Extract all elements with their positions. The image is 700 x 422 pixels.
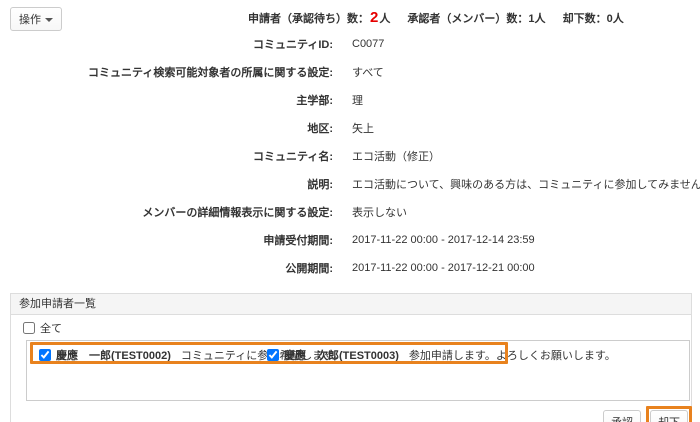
applicant-2-checkbox[interactable]	[267, 349, 279, 361]
applicants-panel: 参加申請者一覧 全て 慶應 一郎(TEST0002) コミュニティに参加希望しま…	[10, 293, 692, 422]
detail-row-public-period: 公開期間: 2017-11-22 00:00 - 2017-12-21 00:0…	[0, 254, 700, 282]
applicants-row: 慶應 一郎(TEST0002) コミュニティに参加希望します。 慶應 次郎(TE…	[27, 341, 689, 363]
stat-pending-applicants: 申請者（承認待ち）数：2人	[248, 13, 390, 25]
reject-highlight-annotation: 却下	[646, 406, 692, 422]
detail-row-community-id: コミュニティID: C0077	[0, 30, 700, 58]
stat-pending-label: 申請者（承認待ち）数：	[248, 13, 369, 25]
stat-rejected: 却下数：0人	[563, 13, 624, 25]
applicant-item-2: 慶應 次郎(TEST0003) 参加申請します。よろしくお願いします。	[267, 347, 616, 363]
detail-value: C0077	[352, 38, 384, 50]
stat-pending-count: 2	[369, 9, 379, 26]
stat-pending-unit: 人	[379, 13, 390, 25]
detail-value: エコ活動（修正）	[352, 148, 440, 164]
detail-label: 公開期間:	[0, 260, 333, 276]
detail-value: 2017-11-22 00:00 - 2017-12-21 00:00	[352, 262, 535, 274]
detail-label: 地区:	[0, 120, 333, 136]
detail-value: エコ活動について、興味のある方は、コミュニティに参加してみませんか。公開対象を全…	[352, 176, 700, 192]
operations-dropdown-button[interactable]: 操作	[10, 7, 62, 31]
applicant-1-checkbox[interactable]	[39, 349, 51, 361]
detail-label: コミュニティ検索可能対象者の所属に関する設定:	[0, 64, 333, 80]
detail-row-community-name: コミュニティ名: エコ活動（修正）	[0, 142, 700, 170]
detail-value: 矢上	[352, 120, 374, 136]
select-all-row: 全て	[23, 319, 683, 337]
detail-label: 申請受付期間:	[0, 232, 333, 248]
detail-label: メンバーの詳細情報表示に関する設定:	[0, 204, 333, 220]
detail-value: 2017-11-22 00:00 - 2017-12-14 23:59	[352, 234, 535, 246]
detail-label: 主学部:	[0, 92, 333, 108]
application-stats: 申請者（承認待ち）数：2人 承認者（メンバー）数：1人 却下数：0人	[248, 9, 638, 26]
approve-button[interactable]: 承認	[603, 410, 641, 422]
detail-label: 説明:	[0, 176, 333, 192]
applicant-2-name: 慶應 次郎(TEST0003)	[284, 347, 399, 363]
select-all-checkbox[interactable]	[23, 322, 35, 334]
applicant-1-name: 慶應 一郎(TEST0002)	[56, 347, 171, 363]
applicants-panel-title: 参加申請者一覧	[11, 294, 691, 315]
stat-approved-members: 承認者（メンバー）数：1人	[407, 13, 545, 25]
applicants-listbox[interactable]: 慶應 一郎(TEST0002) コミュニティに参加希望します。 慶應 次郎(TE…	[26, 340, 690, 401]
applicant-2-message: 参加申請します。よろしくお願いします。	[409, 347, 616, 363]
operations-dropdown-label: 操作	[19, 14, 41, 26]
detail-row-main-faculty: 主学部: 理	[0, 86, 700, 114]
detail-value: 理	[352, 92, 363, 108]
applicants-panel-body: 全て 慶應 一郎(TEST0002) コミュニティに参加希望します。 慶應 次郎…	[11, 315, 691, 422]
community-detail-list: コミュニティID: C0077 コミュニティ検索可能対象者の所属に関する設定: …	[0, 30, 700, 282]
detail-row-search-scope: コミュニティ検索可能対象者の所属に関する設定: すべて	[0, 58, 700, 86]
panel-action-buttons: 承認 却下	[19, 406, 683, 422]
detail-label: コミュニティID:	[0, 36, 333, 52]
detail-row-district: 地区: 矢上	[0, 114, 700, 142]
stat-rejected-label: 却下数：	[563, 13, 607, 25]
detail-row-member-info-display: メンバーの詳細情報表示に関する設定: 表示しない	[0, 198, 700, 226]
select-all-label: 全て	[40, 320, 62, 336]
detail-value: すべて	[352, 64, 384, 80]
stat-approved-count: 1人	[528, 13, 545, 25]
detail-row-description: 説明: エコ活動について、興味のある方は、コミュニティに参加してみませんか。公開…	[0, 170, 700, 198]
chevron-down-icon	[45, 18, 53, 22]
stat-rejected-count: 0人	[607, 13, 624, 25]
detail-label: コミュニティ名:	[0, 148, 333, 164]
stat-approved-label: 承認者（メンバー）数：	[407, 13, 528, 25]
applicant-item-1: 慶應 一郎(TEST0002) コミュニティに参加希望します。	[39, 347, 267, 363]
detail-row-application-period: 申請受付期間: 2017-11-22 00:00 - 2017-12-14 23…	[0, 226, 700, 254]
top-toolbar: 操作 申請者（承認待ち）数：2人 承認者（メンバー）数：1人 却下数：0人	[0, 0, 700, 30]
reject-button[interactable]: 却下	[650, 410, 688, 422]
detail-value: 表示しない	[352, 204, 407, 220]
